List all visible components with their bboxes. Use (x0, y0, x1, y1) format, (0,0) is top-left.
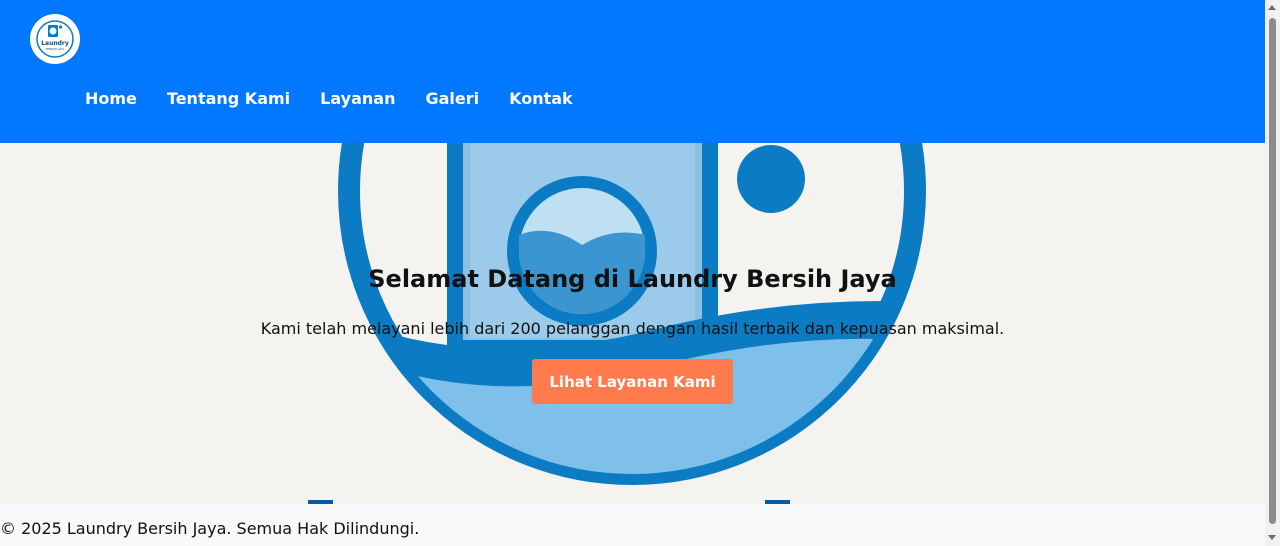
washing-machine-icon: Laundry BERSIH JAYA (36, 20, 74, 58)
hero-title: Selamat Datang di Laundry Bersih Jaya (368, 265, 897, 293)
footer-copyright: © 2025 Laundry Bersih Jaya. Semua Hak Di… (0, 519, 420, 538)
nav-layanan[interactable]: Layanan (320, 88, 395, 110)
scroll-thumb[interactable] (1269, 18, 1276, 524)
nav-kontak[interactable]: Kontak (509, 88, 573, 110)
main-nav: Home Tentang Kami Layanan Galeri Kontak (85, 88, 603, 110)
view-services-button[interactable]: Lihat Layanan Kami (532, 359, 733, 404)
page-scrollbar[interactable] (1265, 0, 1280, 546)
logo-text-bottom: BERSIH JAYA (46, 47, 65, 51)
nav-home[interactable]: Home (85, 88, 137, 110)
nav-tentang-kami[interactable]: Tentang Kami (167, 88, 290, 110)
logo[interactable]: Laundry BERSIH JAYA (30, 14, 80, 64)
hero-description: Kami telah melayani lebih dari 200 pelan… (260, 319, 1005, 338)
scroll-up-icon[interactable] (1268, 5, 1276, 10)
nav-galeri[interactable]: Galeri (425, 88, 479, 110)
logo-text-top: Laundry (41, 40, 69, 47)
hero-section: Selamat Datang di Laundry Bersih Jaya Ka… (0, 143, 1265, 504)
scroll-down-icon[interactable] (1268, 535, 1276, 540)
site-header: Laundry BERSIH JAYA Home Tentang Kami La… (0, 0, 1265, 143)
